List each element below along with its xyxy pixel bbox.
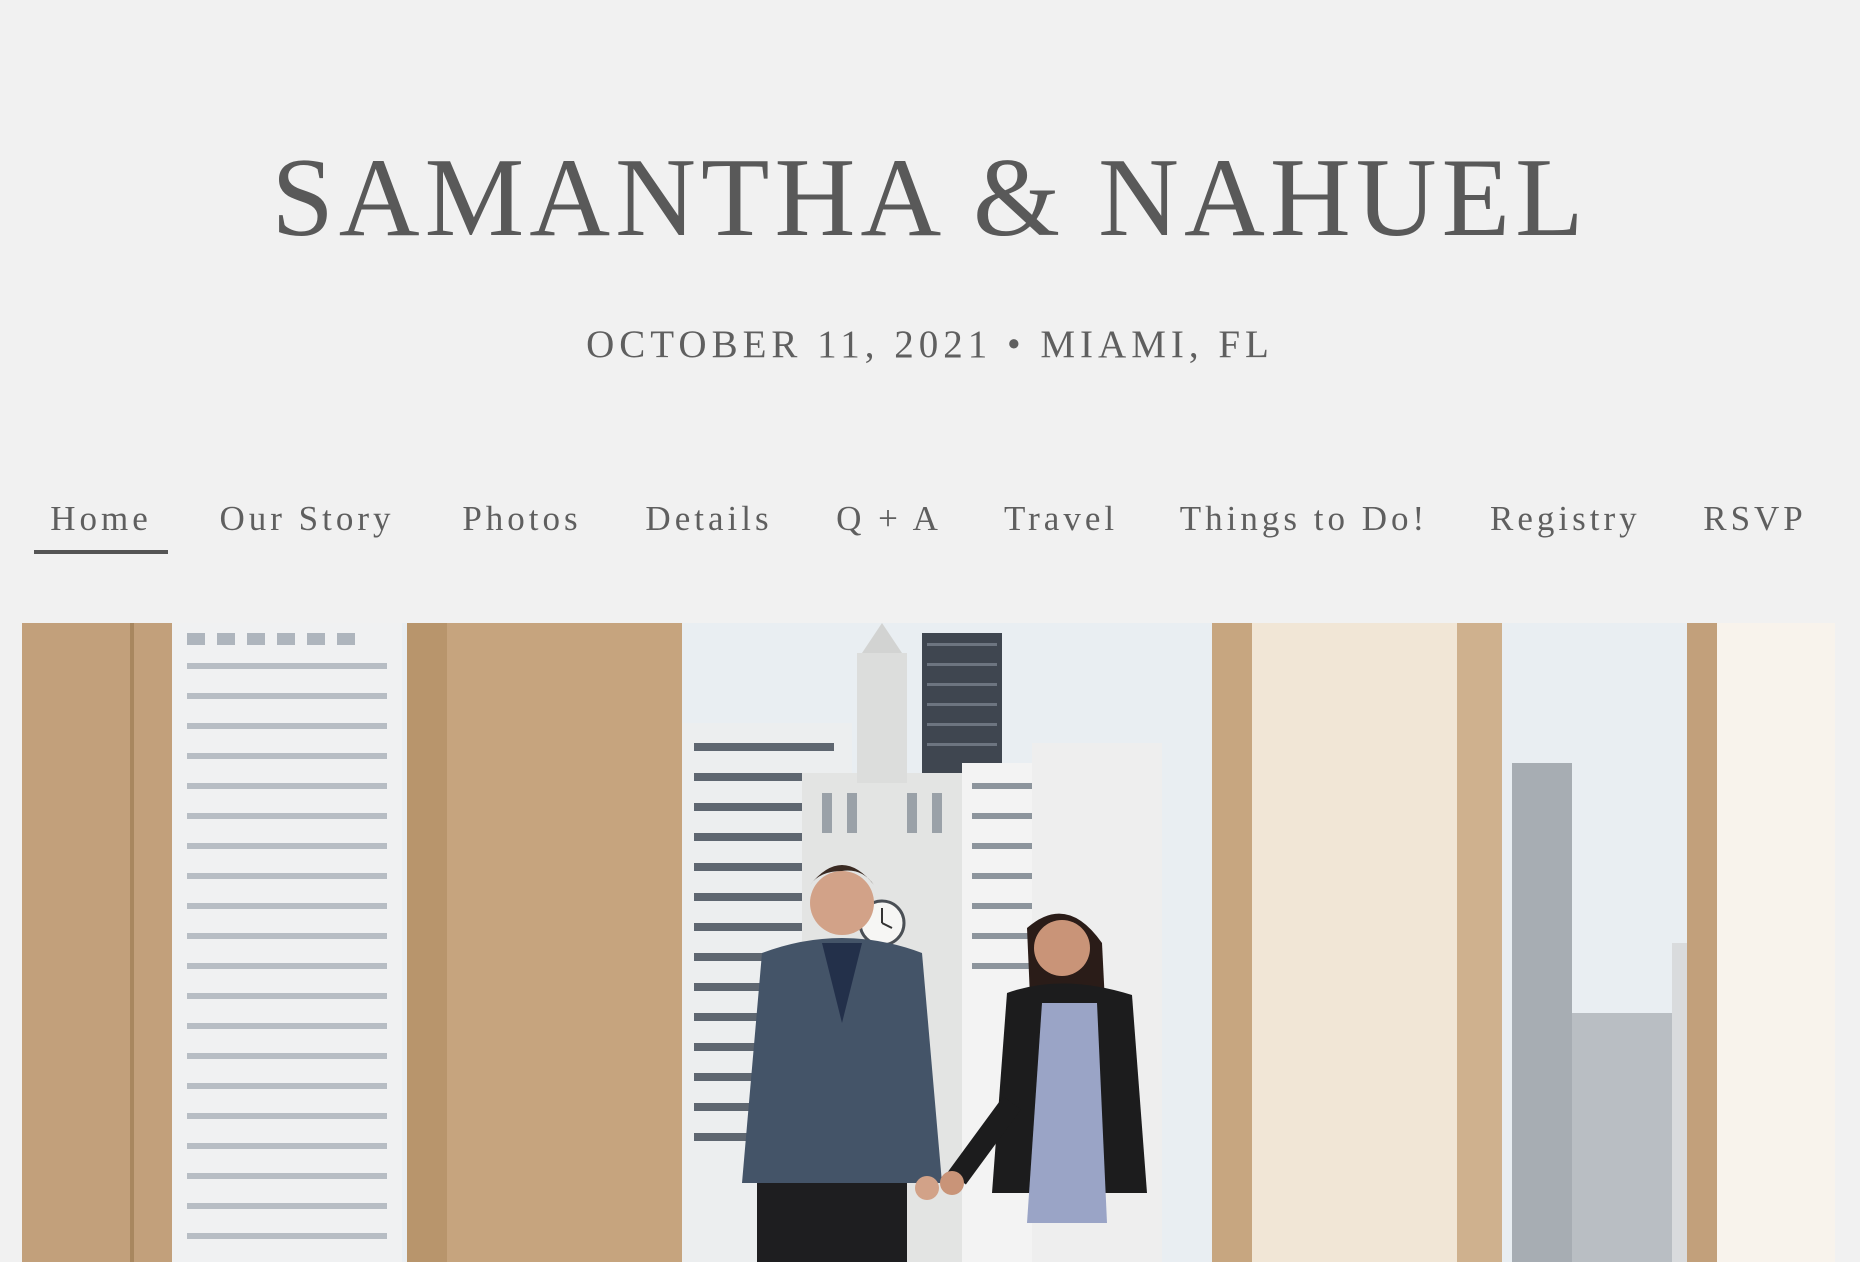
nav-item-details[interactable]: Details (645, 494, 773, 550)
nav-item-our-story[interactable]: Our Story (217, 494, 397, 550)
nav-item-photos[interactable]: Photos (460, 494, 584, 550)
nav-item-travel[interactable]: Travel (1004, 494, 1118, 550)
nav-item-registry[interactable]: Registry (1490, 494, 1640, 550)
nav-item-home[interactable]: Home (34, 494, 168, 554)
hero-photo (22, 623, 1835, 1262)
event-date-location: OCTOBER 11, 2021 • MIAMI, FL (586, 323, 1274, 366)
main-nav: Home Our Story Photos Details Q + A Trav… (0, 494, 1860, 554)
nav-item-rsvp[interactable]: RSVP (1703, 494, 1807, 550)
wedding-home-page: SAMANTHA & NAHUEL OCTOBER 11, 2021 • MIA… (0, 0, 1860, 1262)
nav-item-things-to-do[interactable]: Things to Do! (1179, 494, 1429, 550)
couple-photo-illustration (22, 623, 1835, 1262)
nav-item-q-and-a[interactable]: Q + A (836, 494, 942, 550)
couple-title: SAMANTHA & NAHUEL (271, 136, 1589, 260)
